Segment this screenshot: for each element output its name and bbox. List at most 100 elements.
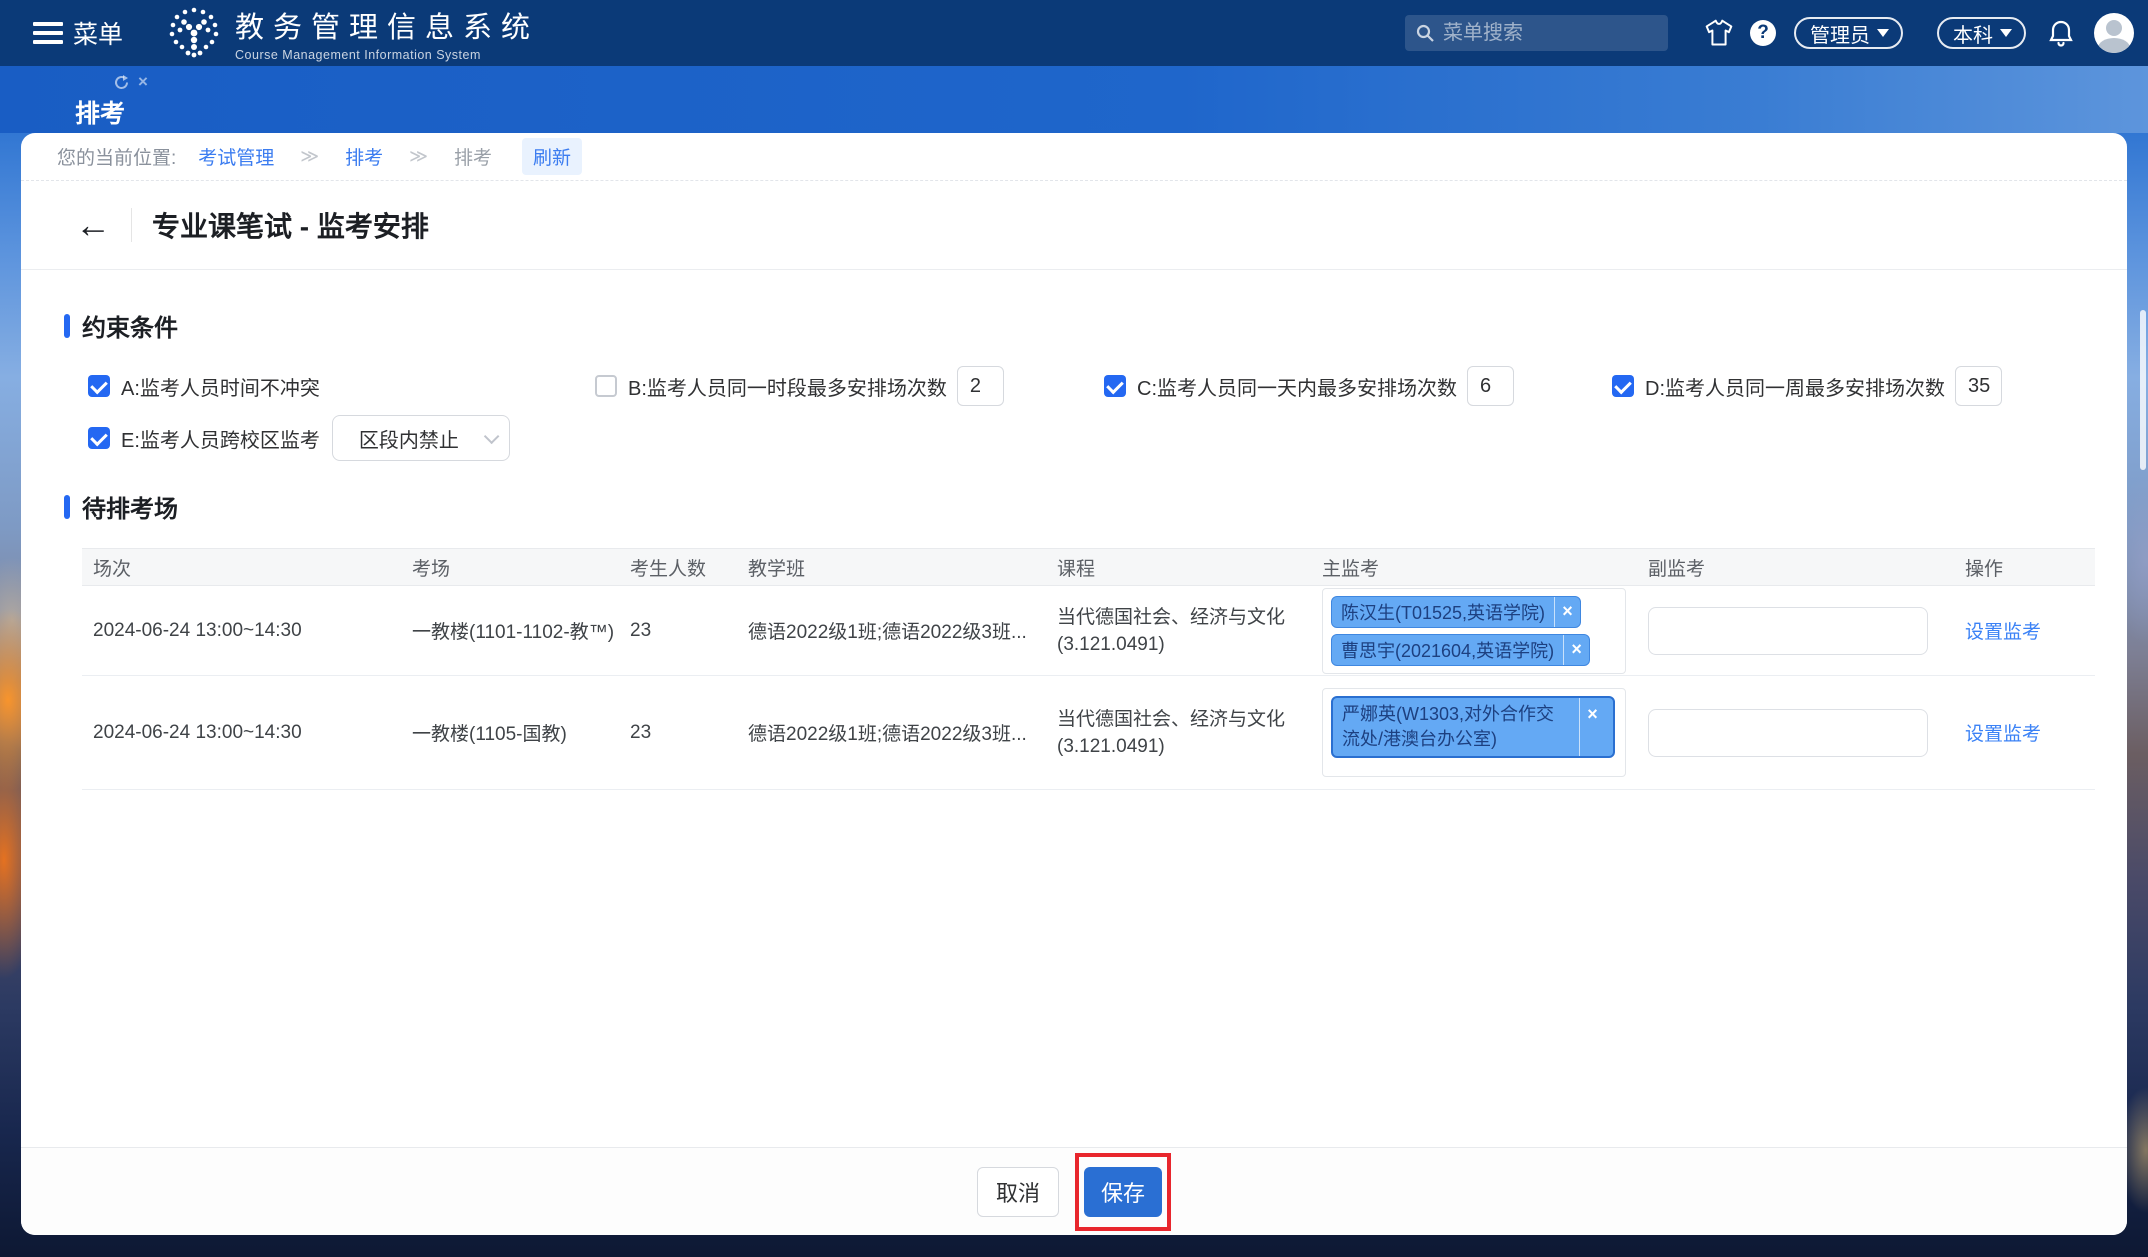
main-content-card: 您的当前位置: 考试管理 ≫ 排考 ≫ 排考 刷新 ← 专业课笔试 - 监考安排… xyxy=(21,133,2127,1235)
set-invigilator-link[interactable]: 设置监考 xyxy=(1965,622,2041,643)
constraint-b: B:监考人员同一时段最多安排场次数 xyxy=(595,363,1004,409)
app-logo-icon xyxy=(167,6,221,60)
constraint-d-input[interactable] xyxy=(1955,366,2002,406)
cell-course: 当代德国社会、经济与文化 (3.121.0491) xyxy=(1046,706,1311,760)
menu-search-box[interactable] xyxy=(1405,15,1668,51)
level-dropdown[interactable]: 本科 xyxy=(1937,17,2026,49)
tab-paikao[interactable]: 排考 xyxy=(75,94,125,130)
constraint-c-label: C:监考人员同一天内最多安排场次数 xyxy=(1137,372,1457,401)
tab-close-icon[interactable]: × xyxy=(138,72,148,92)
col-session: 场次 xyxy=(82,554,401,581)
constraint-a-label: A:监考人员时间不冲突 xyxy=(121,372,320,401)
cell-teaching-class: 德语2022级1班;德语2022级3班... xyxy=(737,719,1046,746)
annotation-highlight-box: 保存 xyxy=(1075,1153,1171,1231)
table-row: 2024-06-24 13:00~14:30 一教楼(1101-1102-教™)… xyxy=(82,586,2095,676)
col-action: 操作 xyxy=(1954,554,2095,581)
section-accent-bar xyxy=(64,314,70,338)
constraint-b-label: B:监考人员同一时段最多安排场次数 xyxy=(628,372,947,401)
constraint-d-label: D:监考人员同一周最多安排场次数 xyxy=(1645,372,1945,401)
notification-bell-icon[interactable] xyxy=(2048,19,2074,47)
main-invigilator-select[interactable]: 陈汉生(T01525,英语学院) × 曹思宇(2021604,英语学院) × xyxy=(1322,588,1626,674)
menu-search-input[interactable] xyxy=(1443,22,1643,45)
cell-student-count: 23 xyxy=(619,722,737,744)
remove-tag-icon[interactable]: × xyxy=(1554,597,1580,627)
app-subtitle: Course Management Information System xyxy=(235,48,539,62)
level-label: 本科 xyxy=(1953,19,1993,48)
tab-bar: × 排考 xyxy=(0,66,2148,133)
cell-session: 2024-06-24 13:00~14:30 xyxy=(82,722,401,744)
constraints-section-title: 约束条件 xyxy=(82,308,178,343)
main-invigilator-select[interactable]: 严娜英(W1303,对外合作交流处/港澳台办公室) × xyxy=(1322,688,1626,777)
cell-course: 当代德国社会、经济与文化 (3.121.0491) xyxy=(1046,604,1311,658)
exam-table: 场次 考场 考生人数 教学班 课程 主监考 副监考 操作 2024-06-24 … xyxy=(82,548,2095,790)
table-header-row: 场次 考场 考生人数 教学班 课程 主监考 副监考 操作 xyxy=(82,548,2095,586)
role-label: 管理员 xyxy=(1810,19,1870,48)
checkbox-a[interactable] xyxy=(88,375,110,397)
cell-student-count: 23 xyxy=(619,620,737,642)
constraint-d: D:监考人员同一周最多安排场次数 xyxy=(1612,363,2002,409)
cell-room: 一教楼(1101-1102-教™) xyxy=(401,617,619,644)
remove-tag-icon[interactable]: × xyxy=(1563,635,1589,665)
footer-bar: 取消 保存 xyxy=(21,1147,2127,1235)
avatar-person-icon xyxy=(2106,20,2122,36)
constraint-e-label: E:监考人员跨校区监考 xyxy=(121,424,320,453)
set-invigilator-link[interactable]: 设置监考 xyxy=(1965,724,2041,745)
cell-teaching-class: 德语2022级1班;德语2022级3班... xyxy=(737,617,1046,644)
title-underline xyxy=(21,269,2127,270)
col-course: 课程 xyxy=(1046,554,1311,581)
caret-down-icon xyxy=(1877,29,1889,37)
checkbox-d[interactable] xyxy=(1612,375,1634,397)
table-row: 2024-06-24 13:00~14:30 一教楼(1105-国教) 23 德… xyxy=(82,676,2095,790)
role-dropdown[interactable]: 管理员 xyxy=(1794,17,1903,49)
constraint-e-select-value: 区段内禁止 xyxy=(359,424,459,453)
col-teaching-class: 教学班 xyxy=(737,554,1046,581)
help-icon[interactable]: ? xyxy=(1750,20,1776,46)
constraints-area: A:监考人员时间不冲突 B:监考人员同一时段最多安排场次数 C:监考人员同一天内… xyxy=(21,363,2127,473)
page-title: 专业课笔试 - 监考安排 xyxy=(152,205,429,245)
col-main-invigilator: 主监考 xyxy=(1311,554,1637,581)
hamburger-menu-icon[interactable] xyxy=(33,22,63,44)
tab-refresh-icon[interactable] xyxy=(113,74,130,91)
caret-down-icon xyxy=(2000,29,2012,37)
breadcrumb-refresh-button[interactable]: 刷新 xyxy=(522,138,582,175)
col-room: 考场 xyxy=(401,554,619,581)
cancel-button[interactable]: 取消 xyxy=(977,1167,1059,1217)
user-avatar[interactable] xyxy=(2094,13,2134,53)
top-navbar: 菜单 教务管理信息系统 Course Management Informatio… xyxy=(0,0,2148,66)
cell-session: 2024-06-24 13:00~14:30 xyxy=(82,620,401,642)
save-button[interactable]: 保存 xyxy=(1084,1167,1162,1217)
app-title: 教务管理信息系统 xyxy=(235,4,539,46)
breadcrumb-link-exam-management[interactable]: 考试管理 xyxy=(198,143,274,170)
checkbox-e[interactable] xyxy=(88,427,110,449)
constraint-c: C:监考人员同一天内最多安排场次数 xyxy=(1104,363,1514,409)
col-student-count: 考生人数 xyxy=(619,554,737,581)
constraint-b-input[interactable] xyxy=(957,366,1004,406)
theme-shirt-icon[interactable] xyxy=(1704,19,1734,47)
page-scrollbar[interactable] xyxy=(2140,310,2146,470)
sub-invigilator-input[interactable] xyxy=(1648,709,1928,757)
sub-invigilator-input[interactable] xyxy=(1648,607,1928,655)
remove-tag-icon[interactable]: × xyxy=(1579,698,1605,756)
constraint-e: E:监考人员跨校区监考 区段内禁止 xyxy=(88,415,510,461)
breadcrumb-separator-icon: ≫ xyxy=(300,146,319,167)
breadcrumb-current: 排考 xyxy=(454,143,492,170)
breadcrumb-separator-icon: ≫ xyxy=(409,146,428,167)
cell-room: 一教楼(1105-国教) xyxy=(401,719,619,746)
breadcrumb-prefix: 您的当前位置: xyxy=(57,143,176,170)
invigilator-tag-selected: 严娜英(W1303,对外合作交流处/港澳台办公室) × xyxy=(1331,696,1615,758)
col-sub-invigilator: 副监考 xyxy=(1637,554,1954,581)
back-arrow-button[interactable]: ← xyxy=(75,207,111,243)
section-accent-bar xyxy=(64,495,70,519)
chevron-down-icon xyxy=(484,428,500,444)
invigilator-tag: 陈汉生(T01525,英语学院) × xyxy=(1331,596,1581,628)
table-section-title: 待排考场 xyxy=(82,489,178,524)
breadcrumb-link-paikao[interactable]: 排考 xyxy=(345,143,383,170)
checkbox-b[interactable] xyxy=(595,375,617,397)
title-divider xyxy=(131,208,132,242)
menu-label[interactable]: 菜单 xyxy=(73,15,123,51)
constraint-a: A:监考人员时间不冲突 xyxy=(88,363,320,409)
constraint-c-input[interactable] xyxy=(1467,366,1514,406)
invigilator-tag: 曹思宇(2021604,英语学院) × xyxy=(1331,634,1590,666)
constraint-e-select[interactable]: 区段内禁止 xyxy=(332,415,510,461)
checkbox-c[interactable] xyxy=(1104,375,1126,397)
